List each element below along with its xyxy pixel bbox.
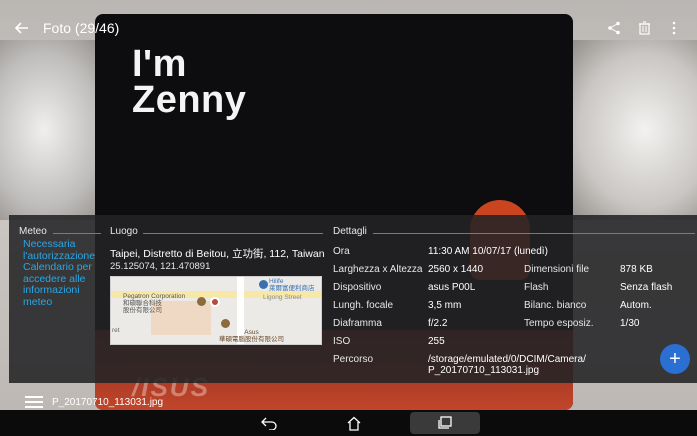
- map-label-asus: Asus 華碩電腦股份有限公司: [219, 329, 284, 343]
- top-app-bar: Foto (29/46): [9, 13, 689, 43]
- detail-label-size: Larghezza x Altezza: [333, 264, 423, 275]
- detail-label-exposure: Tempo esposiz.: [524, 318, 594, 329]
- detail-label-focal: Lungh. focale: [333, 300, 394, 311]
- detail-label-flash: Flash: [524, 282, 549, 293]
- detail-label-device: Dispositivo: [333, 282, 382, 293]
- meteo-header: Meteo: [19, 226, 47, 237]
- detail-value-flash: Senza flash: [620, 282, 673, 293]
- detail-value-aperture: f/2.2: [428, 318, 448, 329]
- system-nav-bar: [0, 410, 697, 436]
- photo-card-text-line2: Zenny: [132, 79, 247, 121]
- detail-value-path: /storage/emulated/0/DCIM/Camera/ P_20170…: [428, 354, 586, 376]
- filename-bar: P_20170710_113031.jpg: [25, 396, 163, 408]
- nav-back-icon[interactable]: [256, 412, 282, 434]
- location-coordinates: 25.125074, 121.470891: [110, 261, 211, 272]
- page-title: Foto (29/46): [43, 20, 120, 36]
- arrow-left-icon[interactable]: [9, 16, 33, 40]
- photo-card-text-line1: I'm: [132, 43, 187, 85]
- photo-background-left: [0, 40, 110, 220]
- nav-home-icon[interactable]: [341, 412, 367, 434]
- meteo-divider: [53, 233, 101, 234]
- map-label-pegatron: Pegatron Corporation 和碩聯合科技 股份有限公司: [123, 293, 186, 314]
- detail-label-path: Percorso: [333, 354, 374, 365]
- detail-label-filesize: Dimensioni file: [524, 264, 590, 275]
- top-actions: [605, 19, 689, 37]
- nav-recents-icon[interactable]: [410, 412, 480, 434]
- location-address: Taipei, Distretto di Beitou, 立功街, 112, T…: [110, 248, 325, 260]
- map-poi-icon: [221, 319, 230, 328]
- detail-value-ora: 11:30 AM 10/07/17 (lunedì): [428, 246, 548, 257]
- detail-value-size: 2560 x 1440: [428, 264, 484, 275]
- map-poi-icon: [259, 280, 268, 289]
- dettagli-divider: [373, 233, 695, 234]
- location-map[interactable]: Pegatron Corporation 和碩聯合科技 股份有限公司 Hilif…: [110, 276, 322, 345]
- menu-icon[interactable]: [25, 396, 43, 408]
- detail-value-device: asus P00L: [428, 282, 476, 293]
- map-label-street: Ligong Street: [263, 294, 302, 301]
- detail-label-iso: ISO: [333, 336, 351, 347]
- detail-label-wb: Bilanc. bianco: [524, 300, 587, 311]
- map-label-edge: ret: [112, 327, 120, 334]
- file-name: P_20170710_113031.jpg: [52, 396, 164, 408]
- detail-value-focal: 3,5 mm: [428, 300, 462, 311]
- photo-card-text: I'm Zenny: [132, 43, 247, 121]
- more-vert-icon[interactable]: [665, 19, 683, 37]
- detail-value-iso: 255: [428, 336, 445, 347]
- detail-value-wb: Autom.: [620, 300, 652, 311]
- map-poi-icon: [197, 297, 206, 306]
- dettagli-header: Dettagli: [333, 226, 367, 237]
- plus-icon[interactable]: +: [660, 344, 690, 374]
- luogo-divider: [143, 233, 323, 234]
- meteo-permission-link[interactable]: Necessaria l'autorizzazione Calendario p…: [23, 238, 103, 308]
- detail-value-filesize: 878 KB: [620, 264, 653, 275]
- trash-icon[interactable]: [635, 19, 653, 37]
- map-label-hilife: Hilife 萊爾富便利商店: [269, 278, 315, 292]
- detail-label-ora: Ora: [333, 246, 350, 257]
- map-location-pin-icon: [210, 297, 220, 307]
- info-overlay: Meteo Necessaria l'autorizzazione Calend…: [9, 215, 697, 383]
- share-icon[interactable]: [605, 19, 623, 37]
- detail-label-aperture: Diaframma: [333, 318, 382, 329]
- luogo-header: Luogo: [110, 226, 138, 237]
- detail-value-exposure: 1/30: [620, 318, 640, 329]
- photo-background-right: [567, 40, 697, 220]
